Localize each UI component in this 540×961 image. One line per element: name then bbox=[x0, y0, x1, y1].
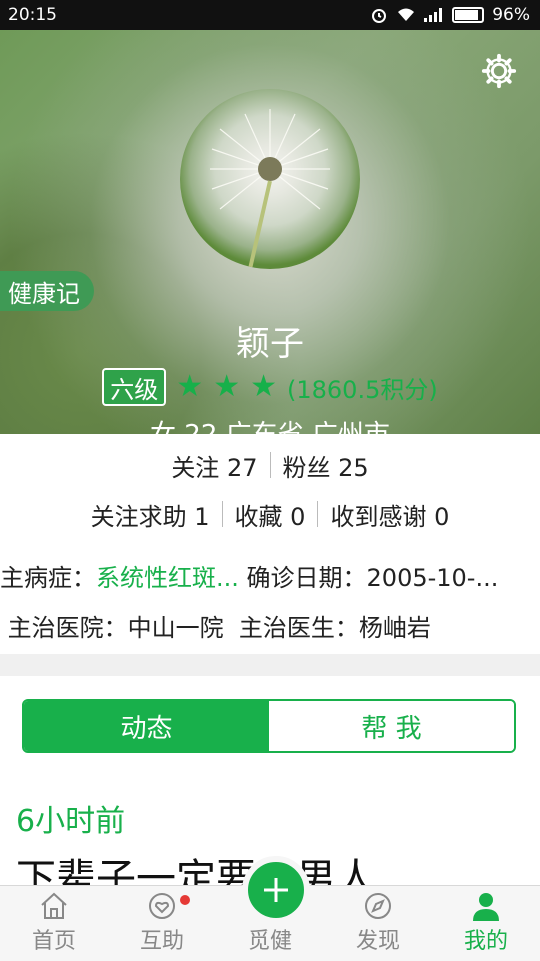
nav-discover[interactable]: 发现 bbox=[324, 886, 432, 961]
post-time: 6小时前 bbox=[16, 804, 126, 839]
star-icon: ★ bbox=[176, 369, 204, 404]
disease-info-row: 主病症：系统性红斑... 确诊日期：2005-10-... bbox=[0, 558, 540, 593]
diagnosis-date-value: 2005-10-... bbox=[366, 564, 499, 592]
divider bbox=[221, 501, 223, 527]
dandelion-image bbox=[210, 109, 330, 269]
nav-seek-health-label: 觅健 bbox=[247, 929, 292, 954]
nav-home-label: 首页 bbox=[31, 929, 76, 954]
disease-value[interactable]: 系统性红斑... bbox=[96, 564, 239, 592]
section-divider bbox=[0, 654, 540, 676]
signal-icon bbox=[424, 8, 443, 22]
follow-stat[interactable]: 关注 27 bbox=[171, 448, 257, 483]
settings-gear-icon[interactable] bbox=[480, 52, 518, 90]
nav-discover-label: 发现 bbox=[355, 929, 400, 954]
username: 颖子 bbox=[236, 324, 304, 364]
level-row: 六级 ★ ★ ★ (1860.5积分) bbox=[0, 368, 540, 406]
help-stat[interactable]: 关注求助 1 bbox=[91, 497, 210, 532]
home-icon bbox=[41, 892, 67, 919]
center-add-button[interactable] bbox=[242, 856, 310, 924]
status-bar: 20:15 96% bbox=[0, 0, 540, 30]
health-record-tag[interactable]: 健康记 bbox=[0, 271, 94, 311]
level-badge: 六级 bbox=[102, 368, 167, 406]
wifi-icon bbox=[398, 8, 415, 21]
tab-dynamics[interactable]: 动态 bbox=[24, 701, 269, 751]
status-time: 20:15 bbox=[8, 5, 57, 25]
divider bbox=[317, 501, 319, 527]
points-text: (1860.5积分) bbox=[287, 375, 438, 404]
plus-icon bbox=[264, 878, 288, 902]
nav-mine[interactable]: 我的 bbox=[432, 886, 540, 961]
nav-mutual-help[interactable]: 互助 bbox=[108, 886, 216, 961]
hospital-info-row: 主治医院：中山一院 主治医生：杨岫岩 bbox=[0, 608, 540, 643]
thanks-stat[interactable]: 收到感谢 0 bbox=[330, 497, 449, 532]
compass-icon bbox=[365, 893, 391, 919]
tab-help-me[interactable]: 帮 我 bbox=[269, 701, 514, 751]
nav-home[interactable]: 首页 bbox=[0, 886, 108, 961]
doctor-label: 主治医生： bbox=[238, 614, 359, 642]
nav-mine-label: 我的 bbox=[463, 929, 508, 954]
battery-percent: 96% bbox=[492, 5, 530, 25]
fans-stat[interactable]: 粉丝 25 bbox=[283, 448, 369, 483]
star-icon: ★ bbox=[250, 369, 277, 404]
battery-icon bbox=[452, 7, 485, 23]
profile-header: 健康记 颖子 六级 ★ ★ ★ (1860.5积分) 女 22 广东省 广州市 bbox=[0, 30, 540, 434]
hospital-label: 主治医院： bbox=[7, 614, 128, 642]
disease-label: 主病症： bbox=[0, 564, 96, 592]
hospital-value: 中山一院 bbox=[127, 614, 224, 642]
gender-age-location: 女 22 广东省 广州市 bbox=[0, 414, 540, 434]
alarm-icon bbox=[372, 9, 387, 23]
diagnosis-date-label: 确诊日期： bbox=[246, 564, 367, 592]
star-icon: ★ bbox=[213, 369, 241, 404]
person-icon bbox=[473, 893, 499, 921]
follow-stats-row: 关注 27 粉丝 25 bbox=[0, 448, 540, 483]
notification-dot bbox=[180, 895, 190, 905]
doctor-value: 杨岫岩 bbox=[358, 614, 431, 642]
nav-mutual-help-label: 互助 bbox=[139, 929, 184, 954]
divider bbox=[269, 452, 271, 478]
heart-refresh-icon bbox=[149, 893, 175, 919]
health-record-label: 健康记 bbox=[8, 279, 80, 308]
favorites-stat[interactable]: 收藏 0 bbox=[235, 497, 306, 532]
avatar[interactable] bbox=[180, 89, 360, 269]
activity-stats-row: 关注求助 1 收藏 0 收到感谢 0 bbox=[0, 497, 540, 532]
segment-tabs: 动态 帮 我 bbox=[22, 699, 516, 753]
